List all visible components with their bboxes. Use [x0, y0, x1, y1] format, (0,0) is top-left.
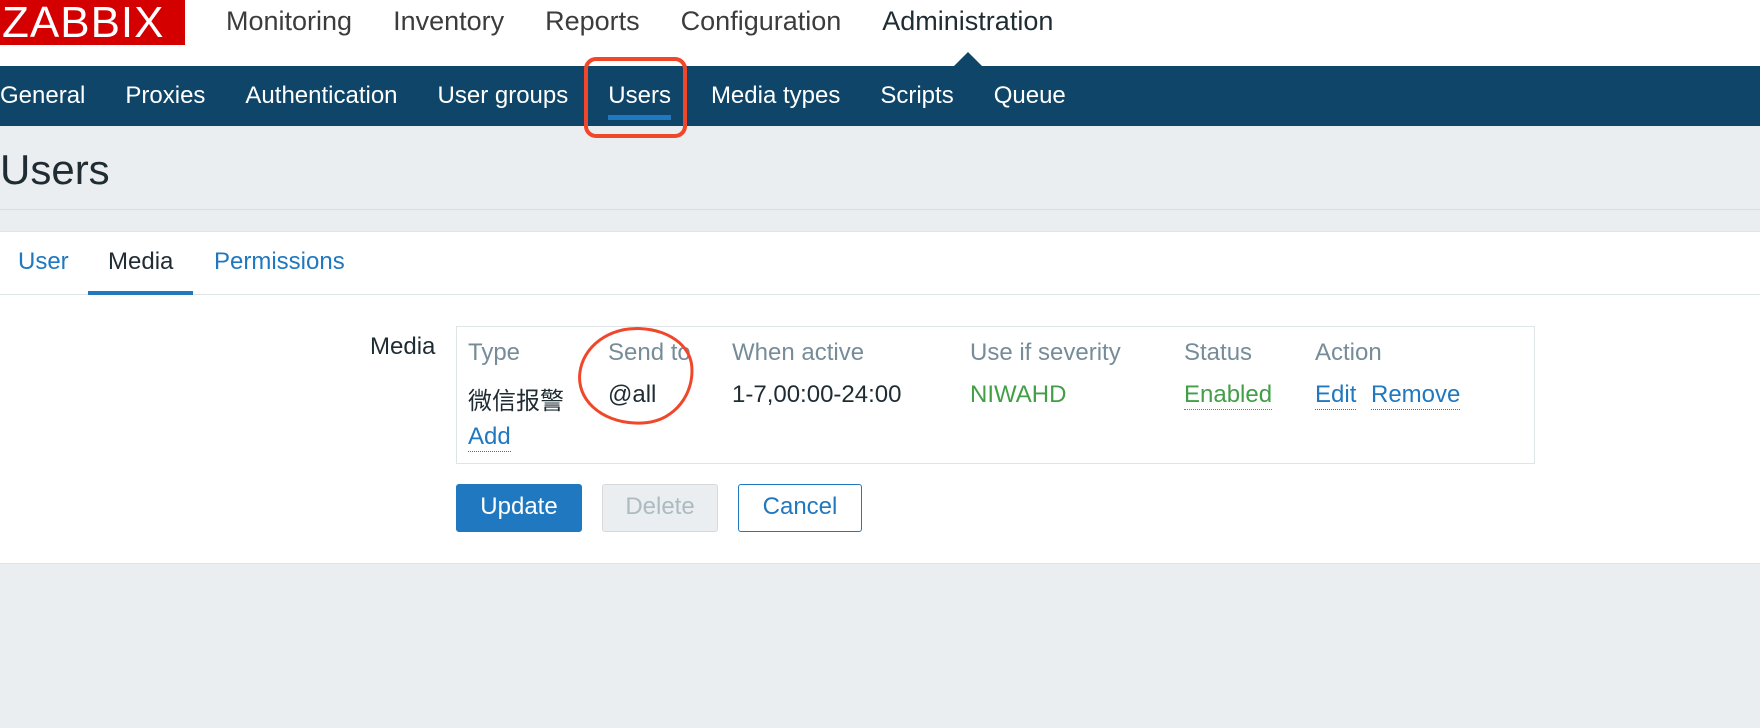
main-menu-reports[interactable]: Reports — [545, 0, 640, 45]
header-action: Action — [1315, 339, 1382, 366]
main-menu-administration[interactable]: Administration — [882, 0, 1053, 66]
header-use-if-severity: Use if severity — [970, 339, 1121, 366]
admin-submenu: General Proxies Authentication User grou… — [0, 66, 1760, 126]
main-menu-configuration[interactable]: Configuration — [681, 0, 842, 45]
main-menu-monitoring[interactable]: Monitoring — [226, 0, 352, 45]
submenu-authentication[interactable]: Authentication — [245, 66, 397, 126]
user-form-panel: User Media Permissions Media Type Send t… — [0, 231, 1760, 564]
add-media-link[interactable]: Add — [468, 423, 511, 452]
submenu-media-types[interactable]: Media types — [711, 66, 840, 126]
zabbix-logo[interactable]: ZABBIX — [0, 0, 185, 46]
header-when-active: When active — [732, 339, 865, 366]
status-toggle-link[interactable]: Enabled — [1184, 381, 1273, 410]
delete-button[interactable]: Delete — [602, 484, 718, 532]
media-type-value: 微信报警 — [468, 388, 564, 415]
media-table: Type Send to When active Use if severity… — [456, 326, 1535, 464]
annotation-highlight-box — [584, 57, 687, 138]
tab-media[interactable]: Media — [87, 232, 194, 295]
update-button[interactable]: Update — [456, 484, 582, 532]
cancel-button[interactable]: Cancel — [738, 484, 862, 532]
remove-media-link[interactable]: Remove — [1371, 381, 1461, 410]
form-tabs: User Media Permissions — [0, 232, 1760, 295]
main-menu-inventory[interactable]: Inventory — [393, 0, 504, 45]
header-status: Status — [1184, 339, 1253, 366]
header-type: Type — [468, 339, 521, 366]
submenu-general[interactable]: General — [0, 66, 85, 126]
submenu-user-groups[interactable]: User groups — [438, 66, 569, 126]
page-title: Users — [0, 146, 110, 193]
when-active-value: 1-7,00:00-24:00 — [732, 381, 902, 408]
severity-value: NIWAHD — [970, 381, 1067, 408]
send-to-value: @all — [608, 381, 657, 408]
submenu-queue[interactable]: Queue — [994, 66, 1066, 126]
title-divider — [0, 209, 1760, 210]
media-field-label: Media — [370, 333, 436, 360]
submenu-proxies[interactable]: Proxies — [125, 66, 205, 126]
tab-permissions[interactable]: Permissions — [214, 232, 345, 294]
edit-media-link[interactable]: Edit — [1315, 381, 1357, 410]
submenu-scripts[interactable]: Scripts — [880, 66, 953, 126]
main-menu: Monitoring Inventory Reports Configurati… — [226, 0, 1094, 66]
tab-user[interactable]: User — [18, 232, 69, 294]
top-header: ZABBIX Monitoring Inventory Reports Conf… — [0, 0, 1760, 66]
header-send-to: Send to — [608, 339, 691, 366]
